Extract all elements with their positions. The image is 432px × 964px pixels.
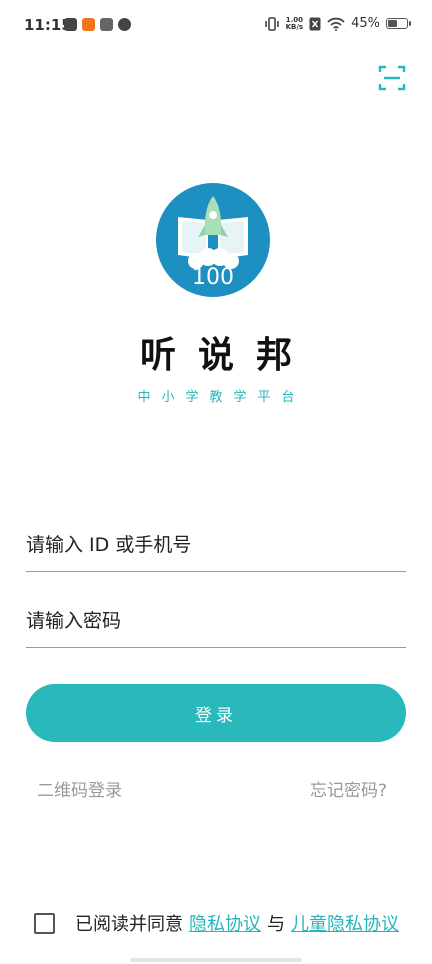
app-name: 听说邦 — [139, 335, 314, 376]
agreement-row: 已阅读并同意 隐私协议 与 儿童隐私协议 — [34, 910, 399, 936]
privacy-policy-link[interactable]: 隐私协议 — [189, 910, 261, 936]
account-input[interactable] — [26, 524, 406, 572]
home-indicator[interactable] — [130, 958, 302, 962]
child-privacy-policy-link[interactable]: 儿童隐私协议 — [291, 910, 399, 936]
mail-app-icon — [64, 18, 77, 31]
dark-app-icon — [100, 18, 113, 31]
status-right: 1.00 KB/s 45% — [264, 16, 411, 31]
wifi-icon — [327, 17, 345, 31]
link-app-icon — [118, 18, 131, 31]
scan-icon[interactable] — [378, 64, 406, 92]
qr-login-link[interactable]: 二维码登录 — [37, 776, 122, 801]
status-bar: 11:15 1.00 KB/s 45% — [0, 0, 432, 50]
agreement-joiner: 与 — [267, 914, 285, 935]
orange-app-icon — [82, 18, 95, 31]
net-speed-unit: KB/s — [285, 22, 304, 31]
logo-badge-text: 100 — [192, 265, 234, 290]
agreement-checkbox[interactable] — [34, 912, 55, 934]
battery-fill — [388, 20, 397, 27]
vibrate-icon — [264, 16, 279, 31]
net-speed: 1.00 KB/s — [285, 16, 304, 31]
login-button[interactable]: 登录 — [26, 684, 406, 742]
battery-icon — [386, 18, 411, 29]
app-slogan: 中小学教学平台 — [137, 390, 306, 405]
status-notification-icons — [64, 18, 131, 31]
forgot-password-link[interactable]: 忘记密码? — [310, 776, 387, 801]
agreement-prefix: 已阅读并同意 — [75, 914, 183, 935]
app-logo: 100 — [156, 183, 270, 297]
no-sim-icon — [309, 17, 321, 30]
password-input[interactable] — [26, 600, 406, 648]
battery-percent: 45% — [351, 16, 380, 31]
